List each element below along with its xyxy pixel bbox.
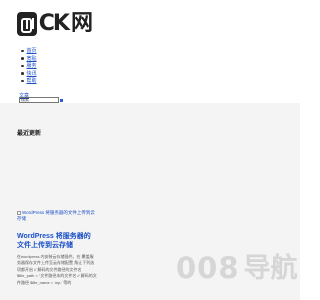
logo-text-ck: CK bbox=[38, 11, 70, 36]
broken-image-icon bbox=[17, 210, 21, 215]
watermark: 008 导航 bbox=[176, 254, 298, 283]
bullet-icon bbox=[21, 49, 24, 52]
nav-link-home[interactable]: 首页 bbox=[27, 47, 37, 54]
logo-badge-icon bbox=[17, 12, 37, 36]
bullet-icon bbox=[21, 57, 24, 60]
article-image-link[interactable]: WordPress 将服务器的文件上传到云存储 bbox=[17, 210, 97, 222]
section-title: 最近更新 bbox=[17, 131, 42, 137]
nav-item-news: 快讯 bbox=[17, 70, 37, 78]
main-nav: 首页 宽贴 服务 快讯 帮助 bbox=[17, 47, 37, 85]
nav-link-help[interactable]: 帮助 bbox=[27, 77, 37, 84]
nav-item-services: 服务 bbox=[17, 62, 37, 70]
nav-link-services[interactable]: 服务 bbox=[27, 62, 37, 69]
article-image-alt: WordPress 将服务器的文件上传到云存储 bbox=[17, 210, 95, 221]
bullet-icon bbox=[21, 72, 24, 75]
bullet-icon bbox=[21, 79, 24, 82]
watermark-number: 008 bbox=[176, 251, 240, 285]
bullet-icon bbox=[21, 64, 24, 67]
logo-text-net: 网 bbox=[70, 11, 93, 36]
search-button[interactable] bbox=[60, 98, 63, 102]
nav-item-help: 帮助 bbox=[17, 77, 37, 85]
article-title[interactable]: WordPress 将服务器的文件上传到云存储 bbox=[17, 232, 97, 250]
article-excerpt: 在wordpress 内安装云存储插件。在 覆盖服务器保存文件上传至云存储配置 … bbox=[17, 254, 97, 285]
nav-item-broadband: 宽贴 bbox=[17, 55, 37, 63]
watermark-text: 导航 bbox=[243, 253, 298, 284]
site-logo[interactable]: CK 网 bbox=[17, 9, 93, 39]
nav-item-home: 首页 bbox=[17, 47, 37, 55]
nav-link-broadband[interactable]: 宽贴 bbox=[27, 55, 37, 62]
nav-link-news[interactable]: 快讯 bbox=[27, 70, 37, 77]
